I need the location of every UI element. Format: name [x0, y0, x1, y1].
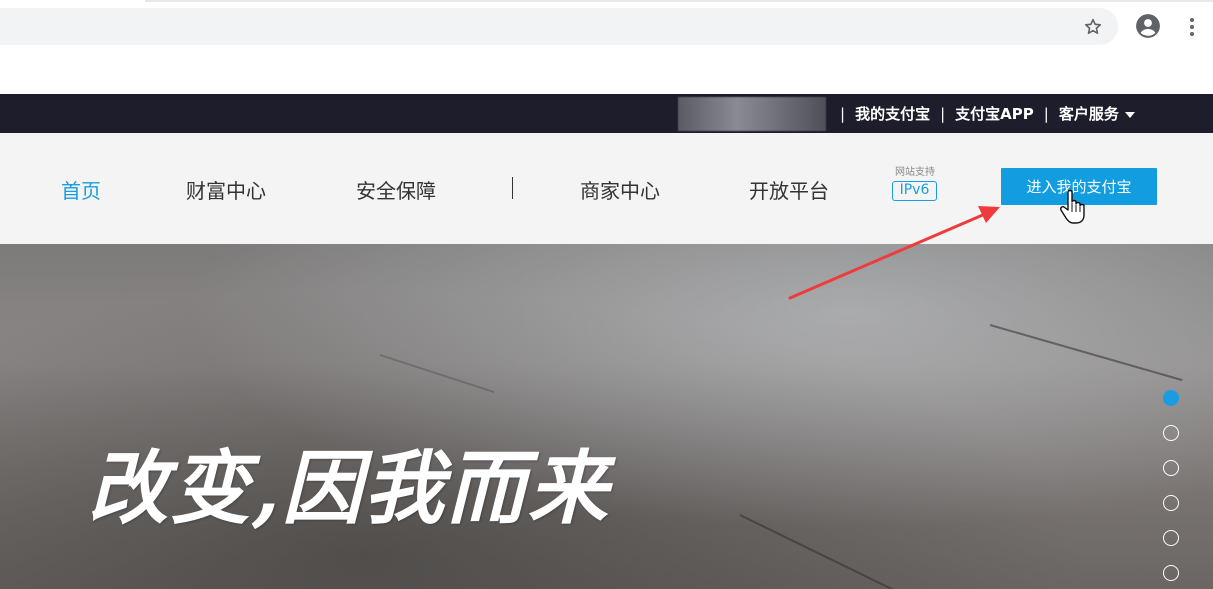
address-bar[interactable] [0, 8, 1118, 45]
hero-slogan: 改变,因我而来 [88, 441, 610, 535]
carousel-dot[interactable] [1163, 460, 1179, 476]
ipv6-badge: 网站支持 IPv6 [891, 167, 939, 203]
alipay-app-link[interactable]: 支付宝APP [955, 103, 1034, 124]
more-vertical-icon [1190, 18, 1194, 36]
texture-line [739, 514, 903, 589]
site-top-bar: | 我的支付宝 | 支付宝APP | 客户服务 [0, 94, 1213, 133]
texture-line [379, 354, 495, 394]
tab-strip-edge [145, 0, 1213, 2]
blurred-username [678, 97, 826, 131]
star-icon [1084, 18, 1102, 35]
separator: | [940, 104, 946, 123]
enter-my-alipay-button[interactable]: 进入我的支付宝 [1001, 168, 1157, 205]
nav-item-home[interactable]: 首页 [61, 175, 101, 204]
carousel-dot[interactable] [1163, 565, 1179, 581]
carousel-dot[interactable] [1163, 425, 1179, 441]
nav-item-security[interactable]: 安全保障 [356, 175, 436, 204]
top-links: | 我的支付宝 | 支付宝APP | 客户服务 [830, 94, 1135, 133]
profile-button[interactable] [1132, 10, 1164, 42]
caret-down-icon [1124, 111, 1135, 118]
nav-item-open-platform[interactable]: 开放平台 [749, 175, 829, 204]
nav-item-merchant-center[interactable]: 商家中心 [580, 175, 660, 204]
ipv6-support-text: 网站支持 [895, 167, 935, 178]
nav-divider [512, 177, 513, 199]
customer-service-label: 客户服务 [1058, 105, 1119, 123]
main-nav: 首页 财富中心 安全保障 商家中心 开放平台 网站支持 IPv6 进入我的支付宝 [0, 133, 1213, 244]
separator: | [1043, 104, 1049, 123]
carousel-dots [1163, 390, 1181, 589]
account-circle-icon [1136, 14, 1160, 38]
ipv6-label: IPv6 [892, 181, 937, 201]
texture-line [989, 324, 1183, 382]
browser-toolbar [0, 0, 1213, 94]
carousel-dot[interactable] [1163, 495, 1179, 511]
customer-service-link[interactable]: 客户服务 [1059, 103, 1135, 124]
my-alipay-link[interactable]: 我的支付宝 [855, 103, 930, 124]
browser-menu-button[interactable] [1180, 12, 1204, 42]
carousel-dot[interactable] [1163, 390, 1179, 406]
hero-banner: 改变,因我而来 [0, 244, 1213, 589]
carousel-dot[interactable] [1163, 530, 1179, 546]
separator: | [840, 104, 846, 123]
nav-item-wealth-center[interactable]: 财富中心 [186, 175, 266, 204]
bookmark-star-button[interactable] [1078, 12, 1108, 42]
